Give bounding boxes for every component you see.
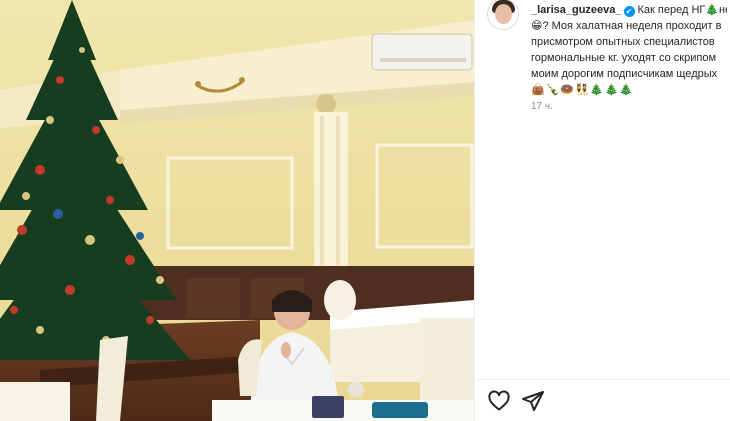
caption-text-line-5: моим дорогим подписчикам щедрых bbox=[531, 68, 718, 80]
post-details-panel: _larisa_guzeeva_ ✔ Как перед НГ🎄не 😁? Моя … bbox=[474, 0, 730, 421]
post-caption: _larisa_guzeeva_ ✔ Как перед НГ🎄не 😁? Моя … bbox=[531, 2, 727, 98]
username-link[interactable]: _larisa_guzeeva_ bbox=[531, 4, 622, 16]
post-timestamp[interactable]: 17 ч. bbox=[531, 101, 553, 112]
actions-divider bbox=[475, 379, 730, 380]
like-button[interactable] bbox=[487, 389, 511, 413]
paper-plane-icon bbox=[522, 391, 544, 411]
avatar[interactable] bbox=[487, 0, 519, 30]
restaurant-new-year-photo bbox=[0, 0, 474, 421]
caption-text-line-4: гормональные кг. уходят со скрипом bbox=[531, 52, 717, 64]
caption-text-line-2: 😁? Моя халатная неделя проходит в bbox=[531, 20, 722, 32]
caption-text-line-1: Как перед НГ🎄не bbox=[637, 4, 727, 16]
post-photo[interactable] bbox=[0, 0, 474, 421]
caption-text-line-3: присмотром опытных специалистов bbox=[531, 36, 715, 48]
share-button[interactable] bbox=[521, 389, 545, 413]
caption-emoji-row: 👜🍾🍩👯🎄🎄🎄 bbox=[531, 84, 634, 96]
heart-icon bbox=[488, 390, 510, 411]
verified-badge-icon: ✔ bbox=[623, 6, 635, 17]
avatar-face bbox=[495, 4, 512, 24]
caption-first-line: _larisa_guzeeva_ ✔ Как перед НГ🎄не bbox=[531, 2, 727, 18]
